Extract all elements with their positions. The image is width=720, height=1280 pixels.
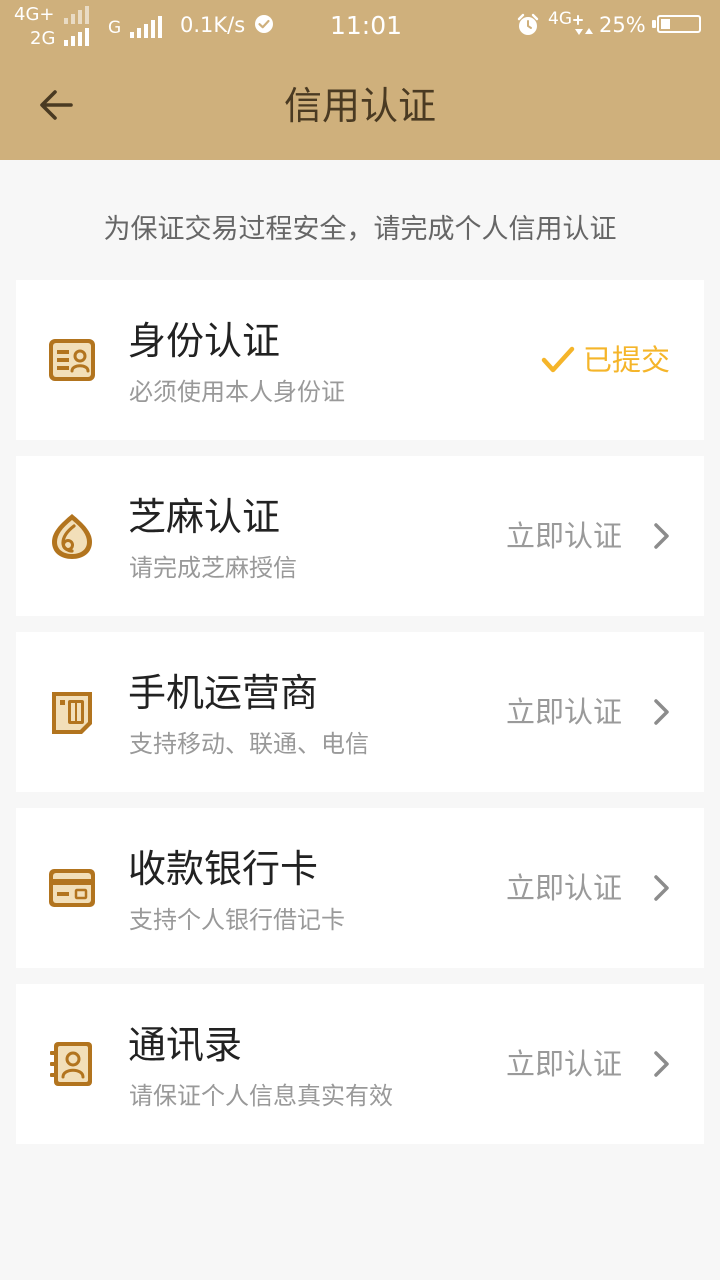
item-subtitle: 必须使用本人身份证	[129, 378, 345, 406]
battery-percentage: 25%	[599, 13, 646, 37]
item-subtitle: 支持个人银行借记卡	[129, 906, 345, 934]
network-type-g: G	[108, 18, 122, 38]
chevron-right-icon	[654, 523, 669, 549]
submitted-label: 已提交	[582, 343, 670, 377]
network-type-secondary: 2G	[30, 28, 56, 49]
sim-card-icon	[52, 692, 92, 734]
verify-now-link[interactable]: 立即认证	[506, 1044, 622, 1084]
battery-icon	[657, 15, 701, 33]
data-transfer-icon	[573, 15, 593, 35]
id-card-icon	[49, 339, 95, 381]
checkmark-icon	[541, 346, 575, 373]
network-type-4g: 4G	[548, 9, 572, 29]
battery-nub	[652, 20, 656, 28]
item-title: 芝麻认证	[128, 495, 281, 539]
bank-card-icon	[49, 869, 95, 907]
verify-now-link[interactable]: 立即认证	[506, 516, 622, 556]
signal-strength-icon	[64, 28, 89, 46]
item-title: 收款银行卡	[128, 847, 319, 891]
signal-strength-icon	[130, 16, 162, 38]
app-header: 4G+ 2G G 0.1K/s 11:01 4G 25% 信用认证	[0, 0, 720, 160]
item-title: 身份认证	[128, 319, 281, 363]
verify-now-link[interactable]: 立即认证	[506, 692, 622, 732]
battery-level-fill	[661, 19, 670, 29]
chevron-right-icon	[654, 875, 669, 901]
submitted-status: 已提交	[541, 338, 670, 382]
clock-time: 11:01	[330, 11, 403, 40]
chevron-right-icon	[654, 699, 669, 725]
signal-strength-icon	[64, 6, 89, 24]
verify-item-identity[interactable]: 身份认证 必须使用本人身份证 已提交	[16, 280, 704, 440]
security-notice: 为保证交易过程安全，请完成个人信用认证	[103, 214, 617, 245]
status-bar: 4G+ 2G G 0.1K/s 11:01 4G 25%	[0, 0, 720, 50]
page-title: 信用认证	[283, 84, 436, 128]
verify-item-contacts[interactable]: 通讯录 请保证个人信息真实有效 立即认证	[16, 984, 704, 1144]
network-speed: 0.1K/s	[180, 13, 246, 37]
verify-item-carrier[interactable]: 手机运营商 支持移动、联通、电信 立即认证	[16, 632, 704, 792]
item-title: 手机运营商	[128, 671, 319, 715]
verify-item-sesame[interactable]: 芝麻认证 请完成芝麻授信 立即认证	[16, 456, 704, 616]
alarm-clock-icon	[517, 13, 539, 35]
verify-now-link[interactable]: 立即认证	[506, 868, 622, 908]
item-title: 通讯录	[128, 1023, 243, 1067]
network-type-primary: 4G+	[14, 4, 55, 25]
contacts-icon	[50, 1042, 92, 1086]
chevron-right-icon	[654, 1051, 669, 1077]
check-circle-icon	[255, 15, 273, 33]
verify-item-bank-card[interactable]: 收款银行卡 支持个人银行借记卡 立即认证	[16, 808, 704, 968]
item-subtitle: 请保证个人信息真实有效	[129, 1082, 393, 1110]
sesame-icon	[52, 514, 92, 559]
item-subtitle: 请完成芝麻授信	[129, 554, 297, 582]
item-subtitle: 支持移动、联通、电信	[129, 730, 369, 758]
